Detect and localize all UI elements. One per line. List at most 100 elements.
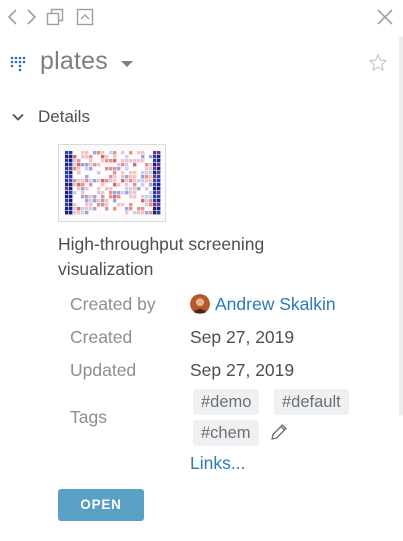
plate-well [141,163,145,167]
plate-well [105,187,109,191]
open-button[interactable]: OPEN [58,489,144,521]
plate-well [81,175,85,179]
plate-well [81,163,85,167]
plate-well [145,195,149,199]
plate-well [149,179,153,183]
plate-well [73,195,77,199]
plate-well [121,199,125,203]
plate-well [113,199,117,203]
plate-well [97,171,101,175]
plate-well [81,159,85,163]
plate-well [77,211,81,215]
plate-well [97,191,101,195]
plate-well [137,163,141,167]
plate-well [93,183,97,187]
plate-well [73,187,77,191]
plate-well [85,159,89,163]
plate-well [113,155,117,159]
plate-well [133,207,137,211]
plate-well [85,163,89,167]
plate-well [85,187,89,191]
collapse-up-icon[interactable] [74,6,96,28]
plate-well [133,151,137,155]
plate-well [65,167,69,171]
plate-well [77,163,81,167]
plate-well [141,155,145,159]
plate-well [101,171,105,175]
plate-well [129,199,133,203]
plate-well [149,211,153,215]
plate-well [145,203,149,207]
plate-well [105,167,109,171]
plate-well [153,155,157,159]
plate-well [89,199,93,203]
details-section-toggle[interactable]: Details [10,105,90,129]
plate-well [153,199,157,203]
plate-well [85,199,89,203]
plate-well [73,207,77,211]
plate-well [69,207,73,211]
plate-well [129,211,133,215]
plate-well [85,195,89,199]
plate-well [157,191,161,195]
plate-well [65,203,69,207]
plate-well [101,199,105,203]
star-icon[interactable] [368,53,390,75]
plate-well [149,151,153,155]
plate-well [133,191,137,195]
plate-well [153,175,157,179]
plate-thumbnail[interactable] [58,144,166,222]
plate-well [85,191,89,195]
plate-well [73,175,77,179]
plate-well [69,175,73,179]
close-icon[interactable] [374,6,396,28]
plate-well [89,159,93,163]
plate-well [145,187,149,191]
scrollbar[interactable] [399,36,403,416]
tag-chip[interactable]: #demo [193,389,260,415]
plate-well [157,163,161,167]
author-link[interactable]: Andrew Skalkin [215,294,336,315]
plate-well [77,151,81,155]
plate-well [101,151,105,155]
plate-well [153,191,157,195]
tag-chip[interactable]: #default [274,389,349,415]
plate-well [137,187,141,191]
plate-well [97,175,101,179]
plate-well [93,159,97,163]
plate-well [85,203,89,207]
plate-well [77,159,81,163]
plate-well [145,155,149,159]
plate-well [145,163,149,167]
details-section-label: Details [38,107,90,126]
plate-well [125,151,129,155]
plate-well [153,195,157,199]
plate-well [109,207,113,211]
plate-well [65,199,69,203]
plate-well [65,191,69,195]
title-dropdown-caret[interactable] [121,61,133,67]
plate-well [77,167,81,171]
plate-well [153,159,157,163]
plate-well [89,203,93,207]
chevron-right-icon[interactable] [20,6,42,28]
tag-chip[interactable]: #chem [193,420,259,446]
plate-well [105,211,109,215]
plate-well [85,171,89,175]
plate-well [157,179,161,183]
plate-well [145,183,149,187]
plate-well [141,203,145,207]
plate-well [141,195,145,199]
plate-well [117,183,121,187]
plate-well [109,155,113,159]
plate-well [153,179,157,183]
copy-icon[interactable] [44,6,66,28]
links-link[interactable]: Links... [190,453,245,474]
edit-tags-pencil-icon[interactable] [268,421,290,443]
plate-well [157,167,161,171]
plate-well [93,171,97,175]
plate-well [137,179,141,183]
plate-well [137,155,141,159]
plate-well [105,191,109,195]
plate-well [101,183,105,187]
